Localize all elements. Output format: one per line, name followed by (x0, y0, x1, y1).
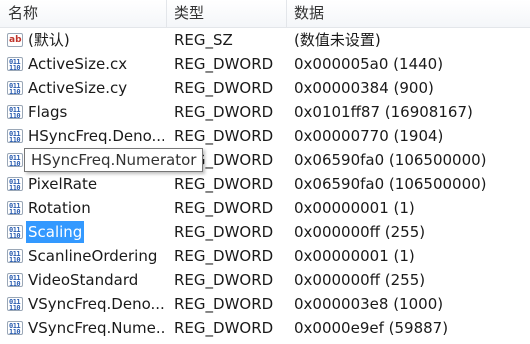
value-data: 0x06590fa0 (106500000) (294, 151, 487, 169)
registry-value-row[interactable]: 011 110 ActiveSize.cy REG_DWORD 0x00000384 (… (0, 76, 530, 100)
value-type: REG_DWORD (174, 247, 274, 265)
column-header-name[interactable]: 名称 (8, 0, 38, 27)
value-data: 0x06590fa0 (106500000) (294, 175, 487, 193)
value-type: REG_DWORD (174, 271, 274, 289)
registry-value-row[interactable]: 011 110 HSyncFreq.Deno... REG_DWORD 0x000007… (0, 124, 530, 148)
registry-value-row[interactable]: 011 110 ActiveSize.cx REG_DWORD 0x000005a0 (… (0, 52, 530, 76)
binary-value-icon: 011 110 (7, 81, 23, 95)
value-data: 0x00000001 (1) (294, 247, 415, 265)
binary-value-icon: 011 110 (7, 153, 23, 167)
registry-value-row[interactable]: 011 110 Flags REG_DWORD 0x0101ff87 (16908167… (0, 100, 530, 124)
value-name: PixelRate (28, 175, 98, 193)
value-name: Rotation (28, 199, 91, 217)
binary-value-icon: 011 110 (7, 273, 23, 287)
value-name: VSyncFreq.Deno... (28, 295, 164, 313)
registry-value-row[interactable]: 011 110 Rotation REG_DWORD 0x00000001 (1) (0, 196, 530, 220)
registry-value-row[interactable]: ab (默认) REG_SZ (数值未设置) (0, 28, 530, 52)
value-type: REG_DWORD (174, 199, 274, 217)
value-type: REG_DWORD (174, 223, 274, 241)
binary-value-icon: 011 110 (7, 129, 23, 143)
binary-value-icon: 011 110 (7, 177, 23, 191)
value-name: ScanlineOrdering (28, 247, 158, 265)
value-data: 0x0101ff87 (16908167) (294, 103, 473, 121)
value-name: Flags (28, 103, 68, 121)
value-name: HSyncFreq.Deno... (28, 127, 164, 145)
value-data: 0x000000ff (255) (294, 223, 426, 241)
value-data: 0x0000e9ef (59887) (294, 319, 449, 337)
binary-value-icon: 011 110 (7, 57, 23, 71)
value-type: REG_DWORD (174, 319, 274, 337)
value-data: 0x000005a0 (1440) (294, 55, 444, 73)
value-type: REG_DWORD (174, 175, 274, 193)
value-type: REG_DWORD (174, 79, 274, 97)
column-header-type[interactable]: 类型 (174, 0, 204, 27)
value-name: (默认) (28, 31, 70, 49)
value-name: VideoStandard (28, 271, 139, 289)
value-type: REG_DWORD (174, 127, 274, 145)
value-name: VSyncFreq.Nume... (28, 319, 164, 337)
binary-value-icon: 011 110 (7, 249, 23, 263)
value-name: Scaling (26, 221, 84, 243)
value-type: REG_SZ (174, 31, 233, 49)
value-data: 0x000003e8 (1000) (294, 295, 444, 313)
column-header-data[interactable]: 数据 (294, 0, 324, 27)
registry-value-row[interactable]: 011 110 VSyncFreq.Deno... REG_DWORD 0x000003… (0, 292, 530, 316)
value-data: 0x00000384 (900) (294, 79, 434, 97)
registry-value-row[interactable]: 011 110 VideoStandard REG_DWORD 0x000000ff (… (0, 268, 530, 292)
registry-value-row[interactable]: 011 110 ScanlineOrdering REG_DWORD 0x0000000… (0, 244, 530, 268)
value-data: 0x00000770 (1904) (294, 127, 444, 145)
binary-value-icon: 011 110 (7, 105, 23, 119)
column-divider-name-type[interactable] (166, 0, 167, 27)
value-data: 0x00000001 (1) (294, 199, 415, 217)
name-tooltip: HSyncFreq.Numerator (24, 148, 204, 172)
value-type: REG_DWORD (174, 103, 274, 121)
registry-value-row[interactable]: 011 110 Scaling REG_DWORD 0x000000ff (255) (0, 220, 530, 244)
binary-value-icon: 011 110 (7, 201, 23, 215)
value-data: 0x000000ff (255) (294, 271, 426, 289)
value-type: REG_DWORD (174, 55, 274, 73)
registry-value-row[interactable]: 011 110 VSyncFreq.Nume... REG_DWORD 0x0000e9… (0, 316, 530, 340)
value-name: ActiveSize.cy (28, 79, 128, 97)
binary-value-icon: 011 110 (7, 225, 23, 239)
string-value-icon: ab (7, 33, 23, 47)
binary-value-icon: 011 110 (7, 297, 23, 311)
column-header-bar: 名称 类型 数据 (0, 0, 530, 28)
column-divider-type-data[interactable] (286, 0, 287, 27)
value-type: REG_DWORD (174, 295, 274, 313)
value-name: ActiveSize.cx (28, 55, 128, 73)
binary-value-icon: 011 110 (7, 321, 23, 335)
registry-value-row[interactable]: 011 110 PixelRate REG_DWORD 0x06590fa0 (1065… (0, 172, 530, 196)
value-data: (数值未设置) (294, 31, 381, 49)
